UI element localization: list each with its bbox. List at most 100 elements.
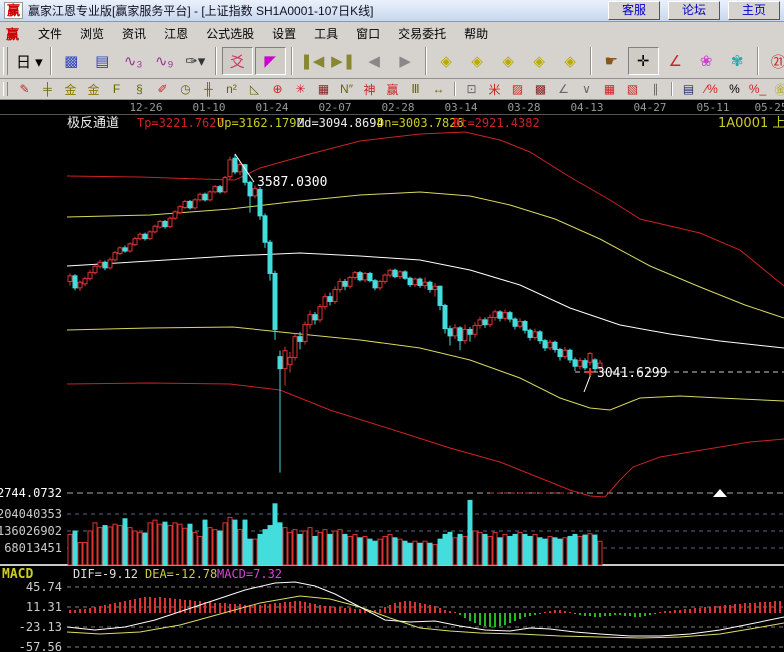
next-bar-icon[interactable]: ▶ xyxy=(391,48,420,74)
zoom-region-icon[interactable]: ▩ xyxy=(57,48,86,74)
toolbar-separator xyxy=(671,82,673,96)
spiral-icon[interactable]: § xyxy=(129,81,150,98)
svg-text:45.74: 45.74 xyxy=(26,580,62,594)
svg-text:Dn=3003.7826: Dn=3003.7826 xyxy=(377,116,464,130)
chart-area[interactable]: 12-2601-1001-2402-0702-2803-1403-2804-13… xyxy=(0,100,784,652)
ying-icon[interactable]: 赢 xyxy=(382,81,403,98)
window-title: 赢家江恩专业版[赢家服务平台] - [上证指数 SH1A0001-107日K线] xyxy=(28,2,600,19)
menu-item-7[interactable]: 窗口 xyxy=(347,23,389,44)
title-bar: 赢 赢家江恩专业版[赢家服务平台] - [上证指数 SH1A0001-107日K… xyxy=(0,0,784,22)
home-button[interactable]: 主页 xyxy=(728,1,780,20)
svg-text:MACD: MACD xyxy=(2,567,33,582)
svg-text:68013451: 68013451 xyxy=(4,541,62,555)
wave-3-icon[interactable]: ∿₃ xyxy=(119,48,148,74)
boxed-grid-icon[interactable]: ▦ xyxy=(313,81,334,98)
svg-text:-57.56: -57.56 xyxy=(19,640,62,652)
memo-icon[interactable]: ▤ xyxy=(88,48,117,74)
n2-icon[interactable]: n² xyxy=(221,81,242,98)
menu-bar: 赢 文件浏览资讯江恩公式选股设置工具窗口交易委托帮助 xyxy=(0,22,784,45)
svg-text:Up=3162.1792: Up=3162.1792 xyxy=(217,116,304,130)
gold-ruler2-icon[interactable]: 金 xyxy=(83,81,104,98)
support-button[interactable]: 客服 xyxy=(608,1,660,20)
toolbar-row-2: ✎╪金金F§✐◷╫n²◺⊕✳▦N″神赢Ⅲ↔⊡米▨▩∠∨▦▧∥▤∕%%%_㊎ xyxy=(0,79,784,100)
titlebar-buttons: 客服论坛主页 xyxy=(600,1,780,20)
svg-text:2744.0732: 2744.0732 xyxy=(0,486,62,500)
ruler-icon[interactable]: ╪ xyxy=(37,81,58,98)
ruler-123-icon[interactable]: Ⅲ xyxy=(405,81,426,98)
menu-item-5[interactable]: 设置 xyxy=(263,23,305,44)
channel-flag-icon[interactable]: ◤ xyxy=(255,47,286,75)
expand-icon[interactable]: ◈ xyxy=(463,48,492,74)
svg-text:DIF=-9.12: DIF=-9.12 xyxy=(73,567,138,581)
indicator-dropdown[interactable]: ✑▾ xyxy=(181,48,210,74)
first-bar-icon[interactable]: ❚◀ xyxy=(298,48,327,74)
f-ruler-icon[interactable]: F xyxy=(106,81,127,98)
set-square-icon[interactable]: ◺ xyxy=(244,81,265,98)
svg-text:MACD=7.32: MACD=7.32 xyxy=(217,567,282,581)
svg-text:04-13: 04-13 xyxy=(570,101,603,114)
pen2-icon[interactable]: ✐ xyxy=(152,81,173,98)
svg-text:05-11: 05-11 xyxy=(696,101,729,114)
gold-ruler-icon[interactable]: 金 xyxy=(60,81,81,98)
prev-bar-icon[interactable]: ◀ xyxy=(360,48,389,74)
menu-item-8[interactable]: 交易委托 xyxy=(389,23,455,44)
rays-icon[interactable]: 米 xyxy=(484,81,505,98)
shell-grid-icon[interactable]: ▨ xyxy=(507,81,528,98)
low-price-label: 3041.6299 xyxy=(597,366,667,381)
target-icon[interactable]: ⊕ xyxy=(267,81,288,98)
menu-item-6[interactable]: 工具 xyxy=(305,23,347,44)
brain-tool-icon[interactable]: ✾ xyxy=(723,48,752,74)
period-selector[interactable]: 日 ▾ xyxy=(14,48,45,74)
dark-grid-icon[interactable]: ▩ xyxy=(530,81,551,98)
toolbar-row-1: 日 ▾▩▤∿₃∿₉✑▾爻◤❚◀▶❚◀▶◈◈◈◈◈☛✛∠❀✾㉑⊞▥▣⊡⊟ xyxy=(0,44,784,79)
menu-item-3[interactable]: 江恩 xyxy=(155,23,197,44)
restore-icon[interactable]: ◈ xyxy=(556,48,585,74)
crosshair-tool-icon[interactable]: ✛ xyxy=(628,47,659,75)
n-quote-icon[interactable]: N″ xyxy=(336,81,357,98)
slant-lines-icon[interactable]: ∥ xyxy=(645,81,666,98)
shen-icon[interactable]: 神 xyxy=(359,81,380,98)
menu-item-9[interactable]: 帮助 xyxy=(455,23,497,44)
zoom-in-icon[interactable]: ◈ xyxy=(494,48,523,74)
hand-tool-icon[interactable]: ☛ xyxy=(597,48,626,74)
list-ruler-icon[interactable]: ▤ xyxy=(678,81,699,98)
toolbar-drag-handle[interactable] xyxy=(3,47,8,75)
flower-tool-icon[interactable]: ❀ xyxy=(692,48,721,74)
menu-items: 文件浏览资讯江恩公式选股设置工具窗口交易委托帮助 xyxy=(29,23,497,44)
percent-icon[interactable]: % xyxy=(724,81,745,98)
wave-9-icon[interactable]: ∿₉ xyxy=(150,48,179,74)
coin-icon[interactable]: ㊎ xyxy=(770,81,784,98)
clock-icon[interactable]: ◷ xyxy=(175,81,196,98)
toolbar-separator xyxy=(215,47,217,75)
menu-item-1[interactable]: 浏览 xyxy=(71,23,113,44)
calendar-icon[interactable]: ㉑ xyxy=(764,48,784,74)
menu-item-4[interactable]: 公式选股 xyxy=(197,23,263,44)
menu-logo-icon: 赢 xyxy=(6,24,19,43)
zoom-out-icon[interactable]: ◈ xyxy=(525,48,554,74)
compress-icon[interactable]: ◈ xyxy=(432,48,461,74)
grid2-icon[interactable]: ▧ xyxy=(622,81,643,98)
v-lines-icon[interactable]: ∨ xyxy=(576,81,597,98)
svg-text:01-24: 01-24 xyxy=(255,101,288,114)
percent-line-icon[interactable]: %_ xyxy=(747,81,768,98)
last-bar-icon[interactable]: ▶❚ xyxy=(329,48,358,74)
svg-text:Tp=3221.7627: Tp=3221.7627 xyxy=(137,116,224,130)
menu-item-2[interactable]: 资讯 xyxy=(113,23,155,44)
width-arrows-icon[interactable]: ↔ xyxy=(428,81,449,98)
starburst-icon[interactable]: ✳ xyxy=(290,81,311,98)
svg-text:136026902: 136026902 xyxy=(0,524,62,538)
forum-button[interactable]: 论坛 xyxy=(668,1,720,20)
frame-icon[interactable]: ⊡ xyxy=(461,81,482,98)
pen-icon[interactable]: ✎ xyxy=(14,81,35,98)
trend-angle-icon[interactable]: ∠ xyxy=(661,48,690,74)
svg-text:Md=3094.8694: Md=3094.8694 xyxy=(297,116,384,130)
menu-item-0[interactable]: 文件 xyxy=(29,23,71,44)
grid-icon[interactable]: ▦ xyxy=(599,81,620,98)
percent-slash-icon[interactable]: ∕% xyxy=(701,81,722,98)
svg-text:极反通道: 极反通道 xyxy=(67,116,119,131)
angle-lines-icon[interactable]: ∠ xyxy=(553,81,574,98)
toolbar-separator xyxy=(454,82,456,96)
toolbar-drag-handle[interactable] xyxy=(3,82,8,96)
gann-scribble-icon[interactable]: 爻 xyxy=(222,47,253,75)
tick-ruler-icon[interactable]: ╫ xyxy=(198,81,219,98)
